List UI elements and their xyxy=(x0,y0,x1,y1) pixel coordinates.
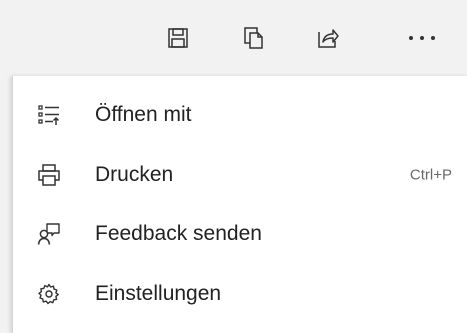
menu-item-print[interactable]: Drucken Ctrl+P xyxy=(13,145,467,205)
menu-item-label: Einstellungen xyxy=(95,282,222,305)
menu-item-label: Feedback senden xyxy=(95,222,262,245)
copy-button[interactable] xyxy=(237,21,271,55)
more-button[interactable] xyxy=(405,21,439,55)
menu-item-label: Drucken xyxy=(95,163,174,186)
feedback-icon xyxy=(37,222,61,246)
print-icon xyxy=(37,163,61,187)
toolbar xyxy=(0,0,467,76)
print-shortcut: Ctrl+P xyxy=(409,166,452,184)
save-button[interactable] xyxy=(161,21,195,55)
menu-item-open-with[interactable]: Öffnen mit xyxy=(13,85,467,145)
more-icon xyxy=(409,36,435,40)
overflow-menu: Öffnen mit Drucken Ctrl+P Feedback sende… xyxy=(12,76,467,333)
share-icon xyxy=(318,29,339,48)
menu-item-label: Öffnen mit xyxy=(95,103,192,126)
app-window: Öffnen mit Drucken Ctrl+P Feedback sende… xyxy=(0,0,467,333)
menu-item-settings[interactable]: Einstellungen xyxy=(13,264,467,324)
share-button[interactable] xyxy=(311,21,345,55)
settings-icon xyxy=(37,282,61,306)
menu-item-feedback[interactable]: Feedback senden xyxy=(13,204,467,264)
save-icon xyxy=(168,28,188,48)
open-with-icon xyxy=(37,103,61,127)
copy-icon xyxy=(244,27,263,49)
